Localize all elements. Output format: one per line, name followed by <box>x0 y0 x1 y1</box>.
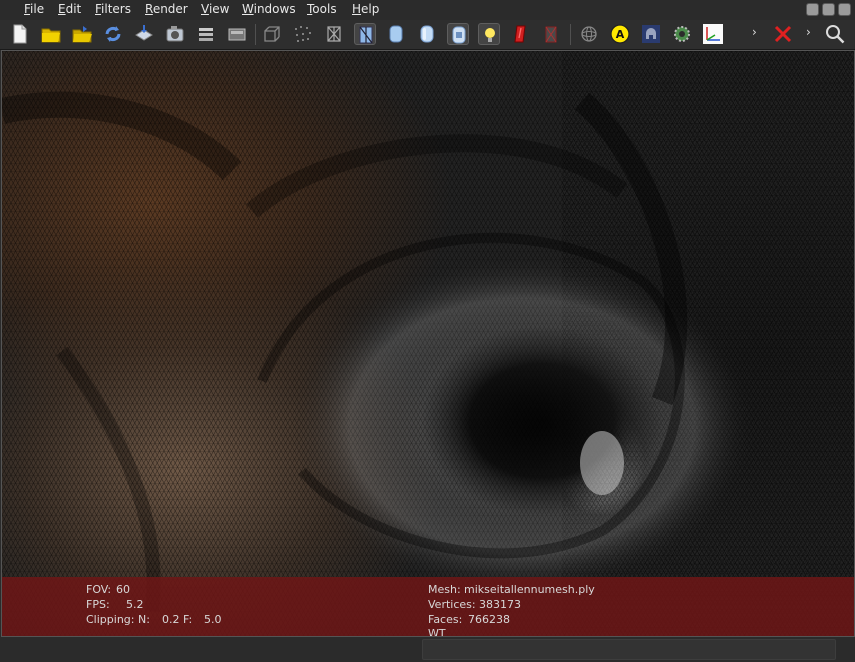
clipping-far-value: 5.0 <box>204 613 222 626</box>
toolbar-separator <box>570 24 571 45</box>
wireframe-icon[interactable] <box>323 23 345 45</box>
flat-lines-icon[interactable] <box>354 23 376 45</box>
color-icon[interactable] <box>509 23 531 45</box>
vertices-value: 383173 <box>479 598 521 611</box>
minimize-button[interactable] <box>806 3 819 16</box>
menu-view[interactable]: View <box>201 2 229 16</box>
menu-windows[interactable]: Windows <box>242 2 296 16</box>
status-bar <box>0 637 855 662</box>
menu-file[interactable]: File <box>24 2 44 16</box>
smooth-icon[interactable] <box>416 23 438 45</box>
menu-tools[interactable]: Tools <box>307 2 337 16</box>
menu-help[interactable]: Help <box>352 2 379 16</box>
mesh-wireframe <box>2 51 854 636</box>
clipping-far-label: F: <box>183 613 193 626</box>
delete-icon[interactable] <box>772 23 794 45</box>
axes-icon[interactable] <box>702 23 724 45</box>
menu-filters[interactable]: Filters <box>95 2 131 16</box>
new-document-icon[interactable] <box>9 23 31 45</box>
fps-value: 5.2 <box>126 598 144 611</box>
bounding-box-icon[interactable] <box>261 23 283 45</box>
maximize-button[interactable] <box>822 3 835 16</box>
vertices-label: Vertices: <box>428 598 476 611</box>
snapshot-icon[interactable] <box>164 23 186 45</box>
gear-icon[interactable] <box>671 23 693 45</box>
faces-value: 766238 <box>468 613 510 626</box>
toolbar: A › › <box>0 20 855 50</box>
texture-icon[interactable] <box>447 23 469 45</box>
points-icon[interactable] <box>292 23 314 45</box>
info-extra: WT <box>428 627 446 637</box>
backface-icon[interactable] <box>540 23 562 45</box>
light-icon[interactable] <box>478 23 500 45</box>
menu-bar: File Edit Filters Render View Windows To… <box>0 0 855 20</box>
menu-edit[interactable]: Edit <box>58 2 81 16</box>
flat-icon[interactable] <box>385 23 407 45</box>
fov-value: 60 <box>116 583 130 596</box>
reload-icon[interactable] <box>102 23 124 45</box>
fov-label: FOV: <box>86 583 112 596</box>
toolbar-overflow-chevron-icon[interactable]: › <box>752 25 757 39</box>
mesh-viewport[interactable]: FOV: 60 FPS: 5.2 Clipping: N: 0.2 F: 5.0… <box>1 50 855 637</box>
info-panel: FOV: 60 FPS: 5.2 Clipping: N: 0.2 F: 5.0… <box>2 577 854 636</box>
layers-icon[interactable] <box>195 23 217 45</box>
open-project-icon[interactable] <box>71 23 93 45</box>
trackball-icon[interactable] <box>578 23 600 45</box>
open-folder-icon[interactable] <box>40 23 62 45</box>
import-mesh-icon[interactable] <box>133 23 155 45</box>
faces-label: Faces: <box>428 613 463 626</box>
mesh-label: Mesh: <box>428 583 461 596</box>
toolbar-separator <box>255 24 256 45</box>
dome-icon[interactable] <box>640 23 662 45</box>
close-window-button[interactable] <box>838 3 851 16</box>
screenshot-icon[interactable] <box>226 23 248 45</box>
search-icon[interactable] <box>824 23 846 45</box>
annotation-icon[interactable]: A <box>609 23 631 45</box>
menu-render[interactable]: Render <box>145 2 188 16</box>
toolbar-overflow-chevron-icon[interactable]: › <box>806 25 811 39</box>
mesh-filename: mikseitallennumesh.ply <box>464 583 595 596</box>
clipping-near-value: 0.2 <box>162 613 180 626</box>
status-message-field <box>422 639 836 660</box>
svg-text:A: A <box>616 28 625 41</box>
fps-label: FPS: <box>86 598 110 611</box>
clipping-label: Clipping: N: <box>86 613 150 626</box>
